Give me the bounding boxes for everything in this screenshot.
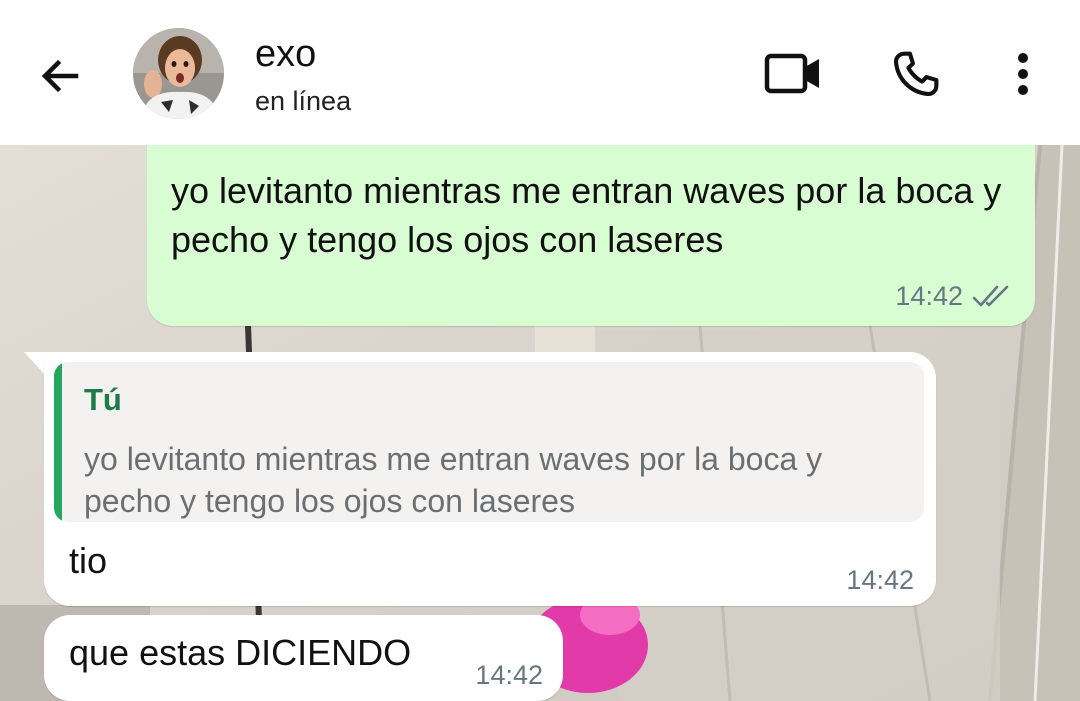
double-check-icon (972, 285, 1009, 306)
message-time: 14:42 (846, 565, 914, 595)
video-call-button[interactable] (758, 46, 830, 102)
back-button[interactable] (28, 44, 92, 108)
message-meta: 14:42 (895, 281, 1015, 312)
avatar[interactable] (133, 28, 224, 119)
video-camera-icon (764, 53, 819, 94)
voice-call-button[interactable] (884, 44, 948, 104)
contact-name[interactable]: exo (255, 32, 316, 76)
incoming-message[interactable]: Tú yo levitanto mientras me entran waves… (44, 352, 936, 606)
quoted-message[interactable]: Tú yo levitanto mientras me entran waves… (54, 362, 924, 522)
avatar-image (133, 28, 224, 119)
quote-author: Tú (84, 382, 122, 417)
message-text: que estas DICIENDO (69, 632, 412, 673)
bubble-tail (24, 352, 46, 376)
more-options-button[interactable] (1000, 44, 1046, 104)
incoming-message[interactable]: que estas DICIENDO 14:42 (44, 615, 563, 701)
more-vertical-icon (1018, 53, 1028, 95)
phone-icon (894, 51, 939, 96)
message-time: 14:42 (475, 660, 543, 690)
chat-header: exo en línea (0, 0, 1080, 145)
outgoing-message[interactable]: yo levitanto mientras me entran waves po… (147, 138, 1035, 326)
contact-status: en línea (255, 86, 352, 116)
quote-bar (54, 362, 62, 522)
message-text: tio (69, 540, 108, 581)
arrow-left-icon (41, 59, 79, 93)
message-text: yo levitanto mientras me entran waves po… (171, 170, 1002, 260)
message-time: 14:42 (895, 281, 963, 311)
quote-text: yo levitanto mientras me entran waves po… (84, 441, 823, 519)
